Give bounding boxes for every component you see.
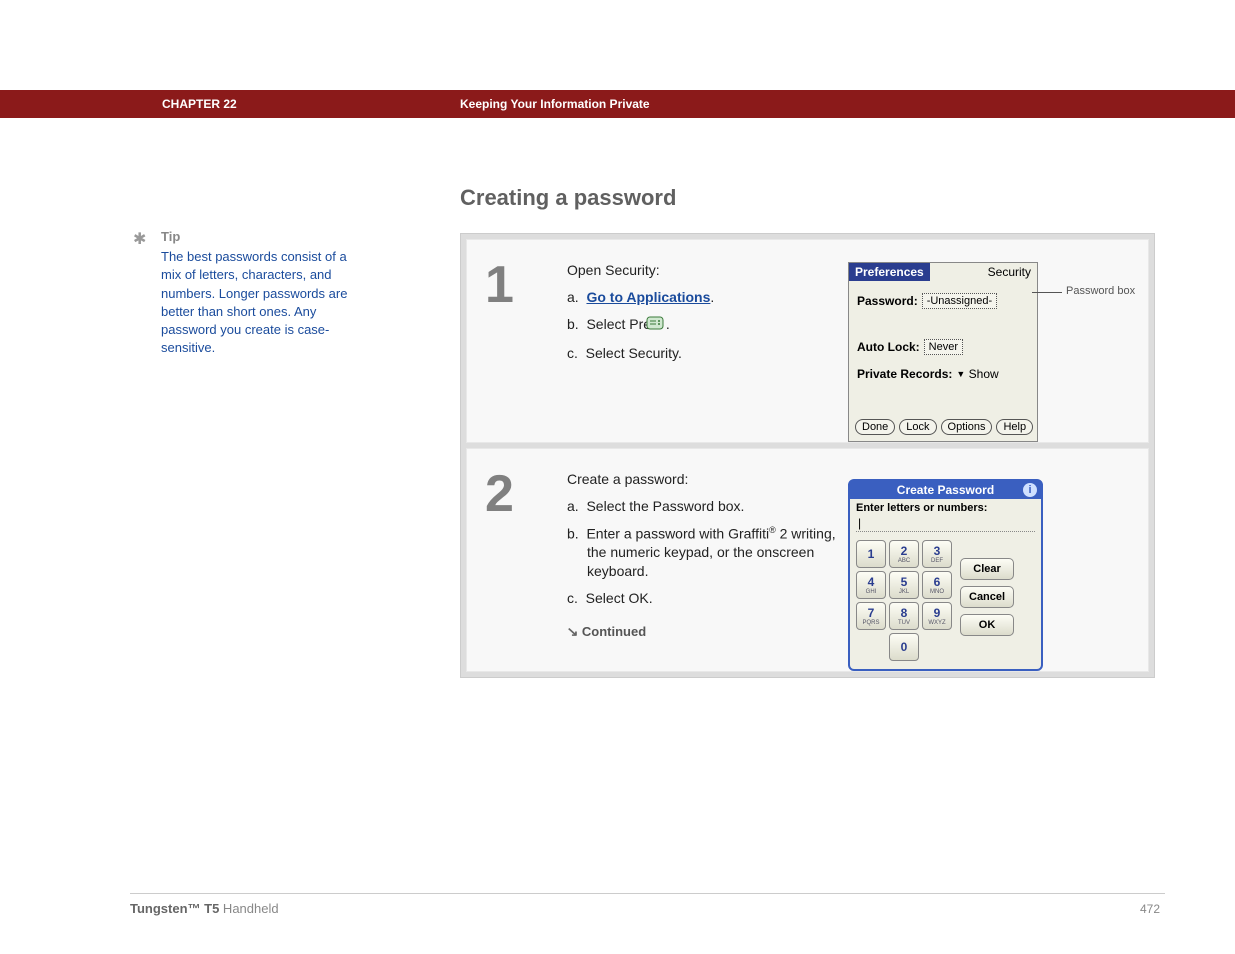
step-1-text: Open Security: a. Go to Applications. b.…: [567, 240, 848, 442]
key-6[interactable]: 6MNO: [922, 571, 952, 599]
key-2[interactable]: 2ABC: [889, 540, 919, 568]
autolock-label: Auto Lock:: [857, 340, 920, 354]
key-3[interactable]: 3DEF: [922, 540, 952, 568]
footer-product: Tungsten™ T5 Handheld: [130, 901, 279, 916]
step-2-intro: Create a password:: [567, 471, 838, 487]
tip-block: ✱ Tip The best passwords consist of a mi…: [135, 228, 365, 357]
private-records-value: Show: [969, 367, 999, 381]
callout-line: [1032, 292, 1062, 293]
step-number: 1: [467, 240, 567, 442]
section-heading: Creating a password: [460, 185, 676, 211]
asterisk-icon: ✱: [133, 229, 146, 251]
chapter-header: CHAPTER 22 Keeping Your Information Priv…: [0, 90, 1235, 118]
step-2: 2 Create a password: a. Select the Passw…: [466, 448, 1149, 672]
lock-button[interactable]: Lock: [899, 419, 936, 435]
key-8[interactable]: 8TUV: [889, 602, 919, 630]
step-2-item-b: b. Enter a password with Graffiti® 2 wri…: [567, 524, 838, 581]
key-4[interactable]: 4GHI: [856, 571, 886, 599]
continued-arrow-icon: ↘: [566, 624, 578, 640]
chapter-title: Keeping Your Information Private: [460, 97, 650, 111]
registered-icon: ®: [769, 525, 776, 535]
step-1-item-c: c. Select Security.: [567, 344, 838, 363]
prefs-title: Preferences: [849, 263, 930, 281]
footer-divider: [130, 893, 1165, 894]
password-input[interactable]: |: [856, 516, 1035, 532]
cancel-button[interactable]: Cancel: [960, 586, 1014, 608]
done-button[interactable]: Done: [855, 419, 895, 435]
step-1-item-a: a. Go to Applications.: [567, 288, 838, 307]
info-icon[interactable]: i: [1023, 483, 1037, 497]
step-1-intro: Open Security:: [567, 262, 838, 278]
callout-password-box: Password box: [1066, 285, 1135, 297]
private-records-label: Private Records:: [857, 367, 952, 381]
page-number: 472: [1140, 902, 1160, 916]
prefs-security-label: Security: [988, 265, 1031, 279]
steps-panel: 1 Open Security: a. Go to Applications. …: [460, 233, 1155, 678]
key-1[interactable]: 1: [856, 540, 886, 568]
step-2-screenshot-col: Create Password i Enter letters or numbe…: [848, 449, 1148, 671]
preferences-screenshot: Preferences Security Password: -Unassign…: [848, 262, 1038, 442]
key-7[interactable]: 7PQRS: [856, 602, 886, 630]
step-number: 2: [467, 449, 567, 671]
password-label: Password:: [857, 294, 918, 308]
ok-button[interactable]: OK: [960, 614, 1014, 636]
options-button[interactable]: Options: [941, 419, 993, 435]
key-5[interactable]: 5JKL: [889, 571, 919, 599]
autolock-value[interactable]: Never: [924, 339, 963, 355]
go-to-applications-link[interactable]: Go to Applications: [586, 289, 710, 305]
tip-body-link[interactable]: The best passwords consist of a mix of l…: [161, 248, 365, 357]
key-9[interactable]: 9WXYZ: [922, 602, 952, 630]
clear-button[interactable]: Clear: [960, 558, 1014, 580]
dialog-title: Create Password i: [850, 481, 1041, 499]
dialog-subtitle: Enter letters or numbers:: [850, 499, 1041, 514]
help-button[interactable]: Help: [996, 419, 1033, 435]
step-1: 1 Open Security: a. Go to Applications. …: [466, 239, 1149, 443]
password-box[interactable]: -Unassigned-: [922, 293, 997, 309]
step-1-screenshot-col: Preferences Security Password: -Unassign…: [848, 240, 1148, 442]
step-2-item-c: c. Select OK.: [567, 589, 838, 608]
step-1-item-b: b. Select Prefs .: [567, 315, 838, 336]
step-2-text: Create a password: a. Select the Passwor…: [567, 449, 848, 671]
chapter-label: CHAPTER 22: [162, 97, 237, 111]
key-0[interactable]: 0: [889, 633, 919, 661]
numeric-keypad: 1 2ABC 3DEF 4GHI 5JKL 6MNO 7PQRS 8TUV 9W…: [856, 540, 952, 661]
tip-label: Tip: [161, 228, 365, 246]
continued-indicator: ↘Continued: [567, 624, 838, 640]
dropdown-arrow-icon[interactable]: ▼: [956, 369, 965, 379]
create-password-dialog: Create Password i Enter letters or numbe…: [848, 479, 1043, 671]
step-2-item-a: a. Select the Password box.: [567, 497, 838, 516]
